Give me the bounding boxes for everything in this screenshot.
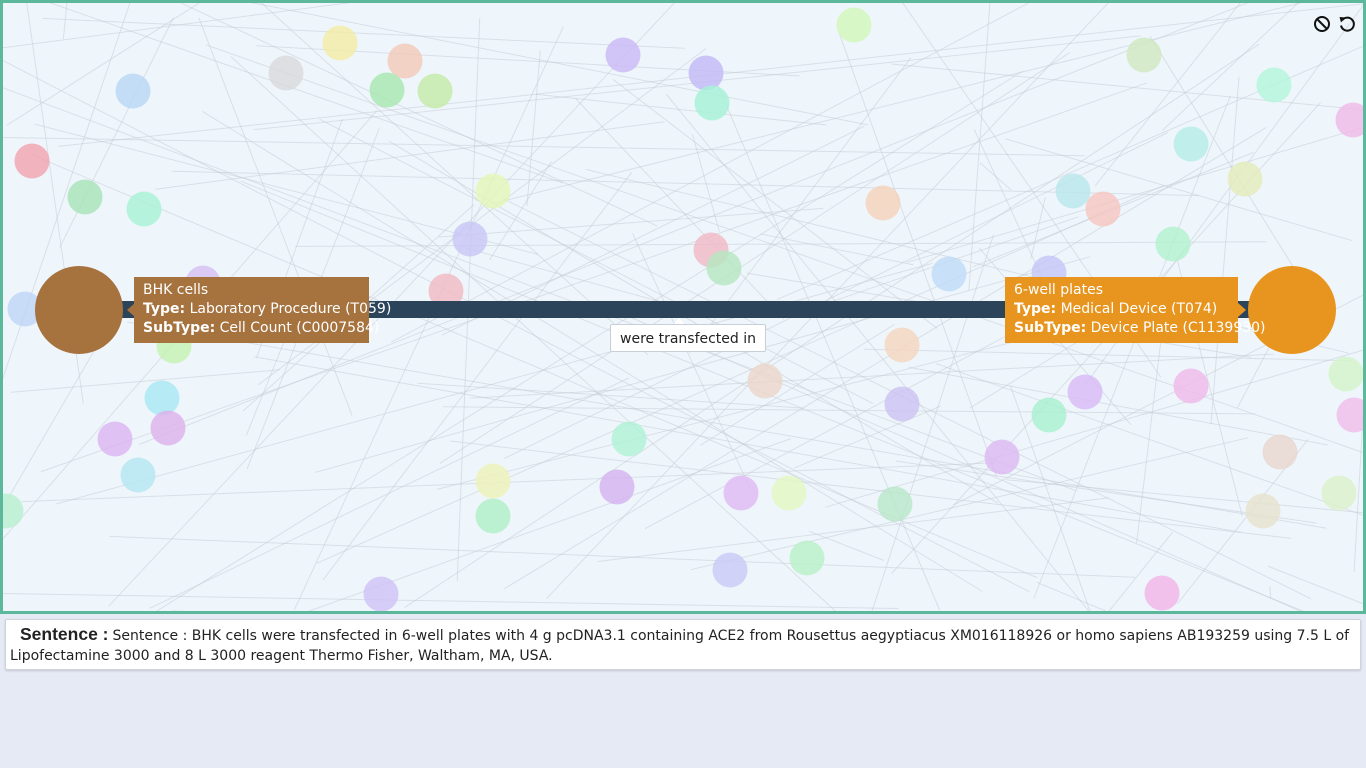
source-type-label: Type: [143, 301, 186, 317]
source-node-tooltip: BHK cells Type: Laboratory Procedure (T0… [134, 277, 391, 343]
target-type-value: Medical Device (T074) [1060, 301, 1218, 317]
ban-icon [1314, 16, 1330, 32]
reset-graph-button[interactable] [1336, 13, 1358, 35]
source-type-value: Laboratory Procedure (T059) [189, 301, 392, 317]
target-node-name: 6-well plates [1014, 282, 1104, 298]
target-subtype-value: Device Plate (C1139930) [1090, 320, 1266, 336]
source-node-bhk-cells[interactable] [35, 266, 123, 354]
sentence-panel: Sentence : Sentence : BHK cells were tran… [5, 619, 1361, 670]
undo-icon [1339, 16, 1355, 32]
target-subtype-label: SubType: [1014, 320, 1087, 336]
source-subtype-label: SubType: [143, 320, 216, 336]
clear-graph-button[interactable] [1311, 13, 1333, 35]
target-node-tooltip: 6-well plates Type: Medical Device (T074… [1005, 277, 1266, 343]
target-tooltip-pointer [1238, 303, 1246, 317]
sentence-text: Sentence : BHK cells were transfected in… [10, 628, 1350, 664]
target-node-6-well-plates[interactable] [1248, 266, 1336, 354]
target-type-label: Type: [1014, 301, 1057, 317]
graph-panel[interactable]: BHK cells Type: Laboratory Procedure (T0… [0, 0, 1366, 614]
source-subtype-value: Cell Count (C0007584) [219, 320, 380, 336]
sentence-label: Sentence : [20, 624, 109, 644]
edge-label: were transfected in [610, 324, 767, 352]
source-node-name: BHK cells [143, 282, 209, 298]
